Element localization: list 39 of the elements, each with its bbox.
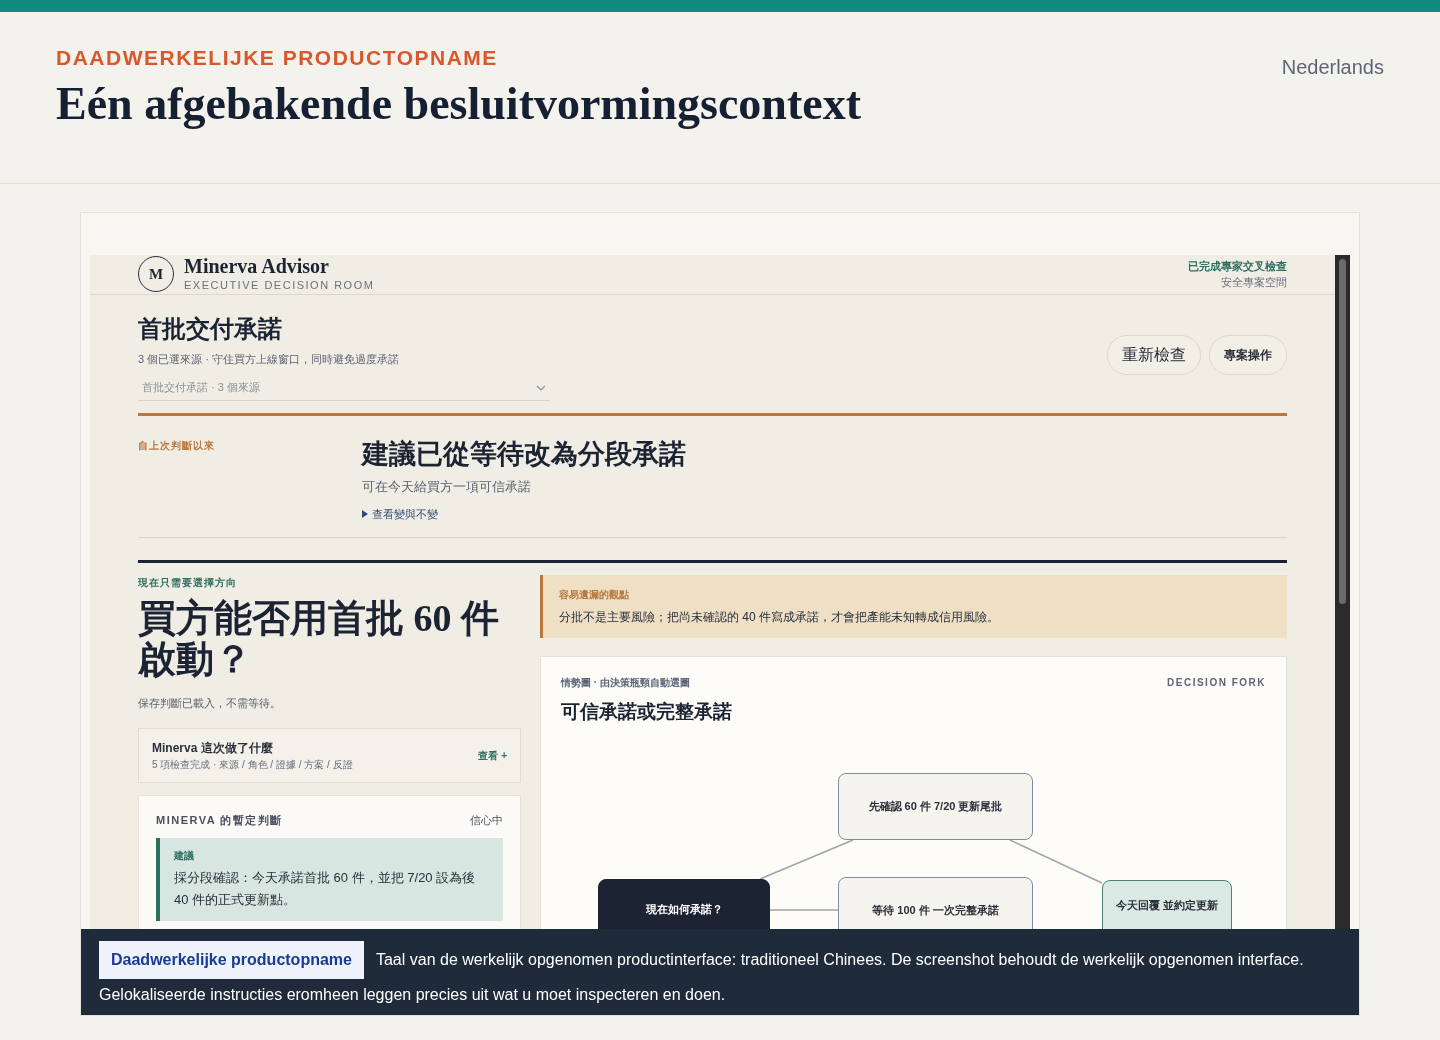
chevron-down-icon (536, 384, 546, 391)
recommendation-label: 建議 (174, 849, 195, 864)
triangle-right-icon (362, 510, 368, 519)
brand-name: Minerva Advisor (184, 255, 330, 277)
diagram-node: 現在如何承諾？ (598, 878, 770, 930)
insight-label: 容易遺漏的觀點 (559, 587, 630, 602)
diagram-tag: DECISION FORK (1167, 674, 1266, 690)
brand-subtitle: EXECUTIVE DECISION ROOM (184, 278, 375, 293)
change-toggle[interactable]: 查看變與不變 (362, 506, 686, 523)
question-note: 保存判斷已載入，不需等待。 (138, 696, 282, 712)
caption-badge: Daadwerkelijke productopname (99, 941, 364, 980)
diagram-title: 可信承諾或完整承諾 (560, 699, 733, 724)
project-button[interactable]: 專案操作 (1209, 334, 1287, 375)
change-label: 自上次判斷以來 (138, 439, 216, 453)
question-eyebrow: 現在只需要選擇方向 (138, 575, 238, 590)
project-button[interactable]: 重新檢查 (1107, 334, 1201, 375)
page-title: Eén afgebakende besluitvormingscontext (56, 76, 861, 131)
verdict-label: MINERVA 的暫定判斷 (156, 812, 283, 828)
page-eyebrow: DAADWERKELIJKE PRODUCTOPNAME (56, 45, 499, 71)
review-status: 已完成專家交叉檢查 (1188, 258, 1287, 274)
diagram-node: 今天回覆 並約定更新 (1102, 879, 1232, 930)
diagram-node: 先確認 60 件 7/20 更新尾批 (838, 772, 1033, 840)
insight-text: 分批不是主要風險；把尚未確認的 40 件寫成承諾，才會把產能未知轉成信用風險。 (559, 608, 1000, 626)
view-link[interactable]: 查看 + (478, 747, 507, 763)
diagram-node: 等待 100 件 一次完整承諾 (838, 876, 1033, 930)
confidence-label: 信心中 (470, 812, 503, 828)
change-heading: 建議已從等待改為分段承諾 (362, 438, 686, 471)
project-title: 首批交付承諾 (138, 314, 283, 344)
activity-detail: 5 項檢查完成 · 來源 / 角色 / 證據 / 方案 / 反證 (152, 757, 353, 772)
workspace-label: 安全專案空間 (1221, 275, 1287, 291)
connector-line (769, 908, 839, 911)
activity-title: Minerva 這次做了什麼 (152, 739, 274, 757)
caption-text: Daadwerkelijke productopname Taal van de werkelijk opgenomen productinterface: traditioneel Chinees. De screenshot behoudt de werkelijk opgenomen interface. Gelokaliseerde instructies eromheen leggen precies uit wat u moet inspecteren en doen. (99, 941, 1341, 1011)
diagram-eyebrow: 情勢圖 · 由決策瓶頸自動選圖 (561, 675, 690, 690)
recommendation-text: 採分段確認：今天承諾首批 60 件，並把 7/20 設為後 40 件的正式更新點。 (174, 869, 477, 910)
change-subheading: 可在今天給買方一項可信承諾 (362, 477, 532, 496)
project-subtitle: 3 個已選來源 · 守住買方上線窗口，同時避免過度承諾 (138, 351, 400, 367)
language-link[interactable]: Nederlands (1281, 52, 1384, 80)
question-title: 買方能否用首批 60 件啟動？ (138, 597, 500, 682)
